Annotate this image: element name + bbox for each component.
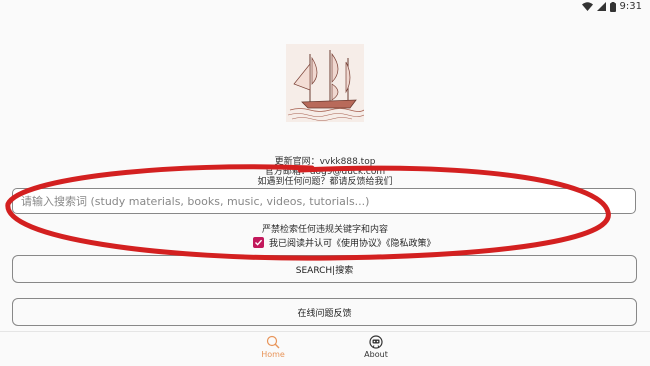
agreement-checkbox[interactable] <box>253 237 264 248</box>
nav-label-home: Home <box>261 350 285 359</box>
search-field[interactable] <box>12 188 650 214</box>
bottom-navigation: Home About <box>0 331 650 366</box>
nav-item-home[interactable]: Home <box>243 335 303 359</box>
sailing-ship-icon <box>286 44 365 122</box>
app-logo <box>286 44 365 122</box>
agreement-row[interactable]: 我已阅读并认可《使用协议》《隐私政策》 <box>253 236 436 249</box>
status-time: 9:31 <box>619 1 642 12</box>
robot-icon <box>369 335 383 349</box>
wifi-icon <box>581 2 593 11</box>
check-icon <box>255 239 263 246</box>
nav-label-about: About <box>364 350 388 359</box>
feedback-button[interactable]: 在线问题反馈 <box>12 298 637 326</box>
status-icons: 9:31 <box>581 1 642 12</box>
signal-icon <box>596 2 606 11</box>
warning-text: 严禁检索任何违规关键字和内容 <box>261 225 388 235</box>
nav-item-about[interactable]: About <box>346 335 406 359</box>
feedback-hint-text: 如遇到任何问题？都请反馈给我们 <box>257 177 393 187</box>
search-button[interactable]: SEARCH|搜索 <box>12 255 637 283</box>
status-bar: 9:31 <box>0 0 650 14</box>
search-icon <box>266 335 280 349</box>
agreement-label: 我已阅读并认可《使用协议》《隐私政策》 <box>269 239 436 249</box>
search-input[interactable] <box>13 189 650 213</box>
battery-icon <box>609 1 616 12</box>
